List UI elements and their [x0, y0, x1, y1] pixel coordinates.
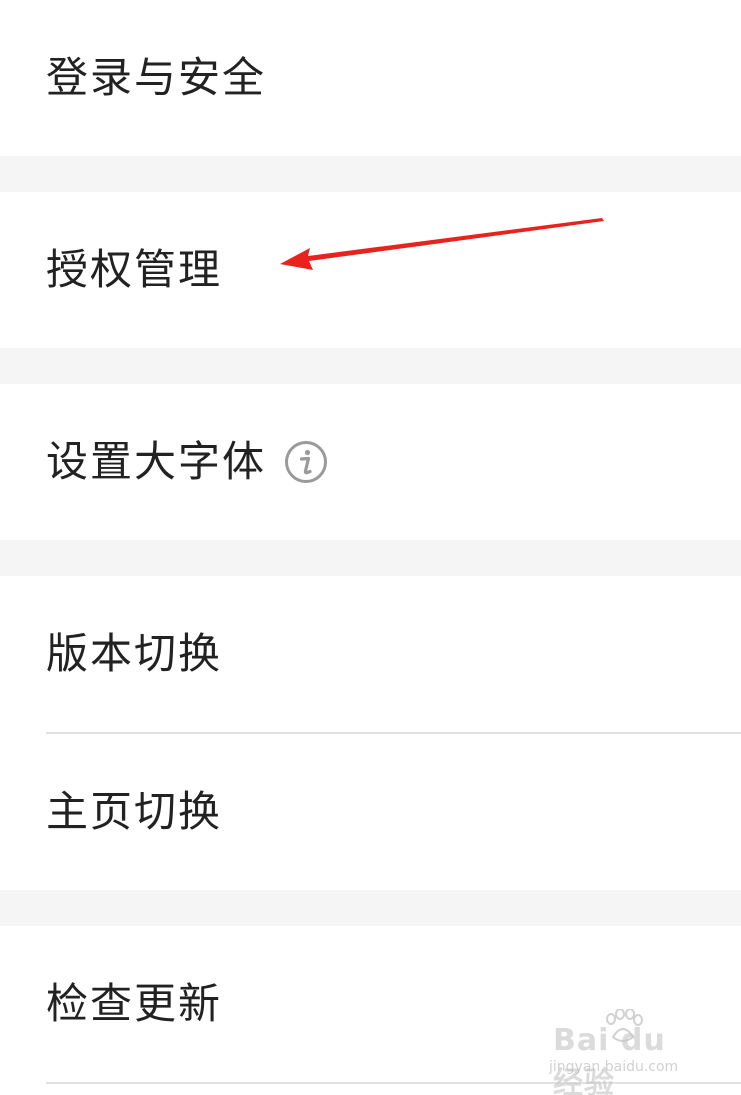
settings-item-homepage-switch[interactable]: 主页切换 [0, 734, 741, 890]
info-icon[interactable] [284, 440, 328, 484]
settings-group-update: 检查更新 [0, 926, 741, 1095]
settings-item-label: 检查更新 [46, 979, 223, 1028]
settings-item-label: 授权管理 [46, 245, 223, 294]
settings-item-login-security[interactable]: 登录与安全 [0, 0, 741, 156]
settings-item-version-switch[interactable]: 版本切换 [0, 576, 741, 732]
row-divider [46, 1082, 741, 1084]
settings-item-label: 设置大字体 [46, 437, 267, 486]
settings-item-label: 版本切换 [46, 629, 223, 678]
settings-item-authorization-management[interactable]: 授权管理 [0, 192, 741, 348]
settings-screen: 登录与安全 授权管理 设置大字体 版本切换 主页切换 检查更新 Bai du 经… [0, 0, 741, 1095]
settings-group-switch: 版本切换 主页切换 [0, 576, 741, 890]
settings-item-large-font[interactable]: 设置大字体 [0, 384, 741, 540]
settings-group-display: 设置大字体 [0, 384, 741, 540]
settings-group-authorization: 授权管理 [0, 192, 741, 348]
settings-item-check-update[interactable]: 检查更新 [0, 926, 741, 1082]
settings-item-label: 主页切换 [46, 787, 223, 836]
settings-group-account: 登录与安全 [0, 0, 741, 156]
settings-item-label: 登录与安全 [46, 53, 267, 102]
